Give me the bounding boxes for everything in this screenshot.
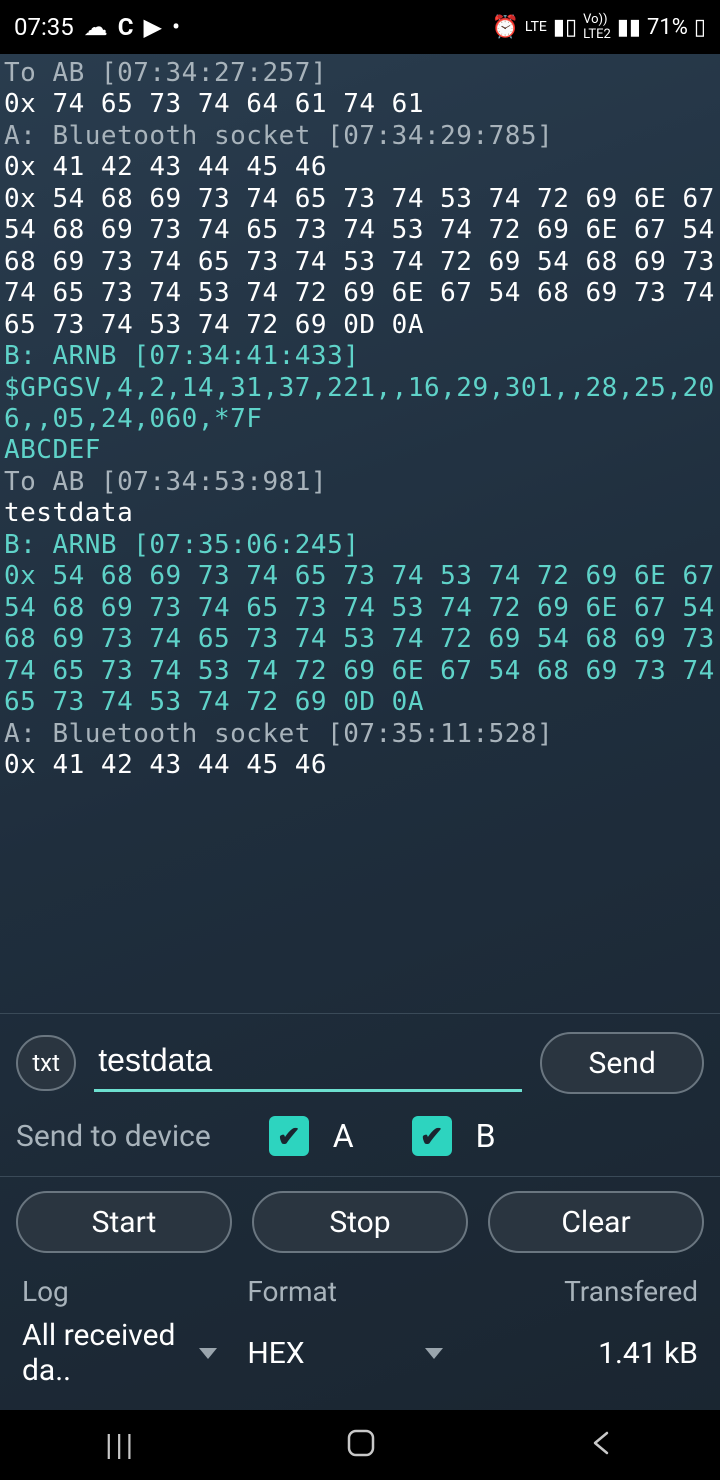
log-line: B: ARNB [07:35:06:245] [4,530,716,561]
format-select-value: HEX [247,1336,304,1371]
input-panel: txt Send Send to device ✔ A ✔ B [0,1013,720,1176]
cloud-icon: ☁ [84,13,108,41]
format-select[interactable]: HEX [247,1336,472,1371]
log-line: 0x 41 42 43 44 45 46 [4,152,716,183]
lte-icon: LTE [525,19,547,35]
log-header: Log [22,1275,247,1308]
log-line: ABCDEF [4,435,716,466]
log-line: B: ARNB [07:34:41:433] [4,341,716,372]
log-line: $GPGSV,4,2,14,31,37,221,,16,29,301,,28,2… [4,373,716,436]
device-b-checkbox[interactable]: ✔ [412,1116,452,1156]
clear-button[interactable]: Clear [488,1191,704,1253]
log-line: To AB [07:34:53:981] [4,467,716,498]
log-select[interactable]: All received da.. [22,1318,247,1388]
log-line: A: Bluetooth socket [07:35:11:528] [4,719,716,750]
dropdown-icon [425,1348,443,1359]
log-line: testdata [4,498,716,529]
battery-icon: ▯ [694,15,706,40]
android-status-bar: 07:35 ☁ C ▶ • ⏰ LTE ▮▯ Vo))LTE2 ▮▮ 71% ▯ [0,0,720,54]
dropdown-icon [199,1348,217,1359]
alarm-icon: ⏰ [492,15,519,40]
dot-icon: • [172,13,180,41]
stop-button[interactable]: Stop [252,1191,468,1253]
log-line: A: Bluetooth socket [07:34:29:785] [4,121,716,152]
recent-apps-button[interactable]: ||| [105,1428,136,1463]
format-header: Format [247,1275,472,1308]
control-panel: Start Stop Clear Log Format Transfered A… [0,1176,720,1410]
circle-icon: C [118,13,134,41]
log-line: 0x 74 65 73 74 64 61 74 61 [4,89,716,120]
volte-icon: Vo))LTE2 [583,12,611,42]
mode-toggle-button[interactable]: txt [16,1035,76,1091]
send-to-device-label: Send to device [16,1119,211,1154]
home-button[interactable] [346,1428,376,1462]
log-line: To AB [07:34:27:257] [4,58,716,89]
status-battery-text: 71% [647,15,688,40]
device-a-checkbox[interactable]: ✔ [269,1116,309,1156]
back-button[interactable] [587,1429,615,1461]
android-nav-bar: ||| [0,1410,720,1480]
transfered-value: 1.41 kB [473,1336,698,1371]
log-line: 0x 41 42 43 44 45 46 [4,750,716,781]
status-time: 07:35 [14,13,74,41]
signal1-icon: ▮▯ [553,15,577,40]
start-button[interactable]: Start [16,1191,232,1253]
transfered-header: Transfered [473,1275,698,1308]
log-line: 0x 54 68 69 73 74 65 73 74 53 74 72 69 6… [4,184,716,341]
log-line: 0x 54 68 69 73 74 65 73 74 53 74 72 69 6… [4,561,716,718]
play-icon: ▶ [143,13,161,41]
send-button[interactable]: Send [540,1032,704,1094]
log-console[interactable]: To AB [07:34:27:257]0x 74 65 73 74 64 61… [0,54,720,1013]
device-b-name: B [476,1117,496,1155]
device-a-name: A [333,1117,354,1155]
data-input[interactable] [94,1034,522,1092]
log-select-value: All received da.. [22,1318,185,1388]
signal2-icon: ▮▮ [617,15,641,40]
